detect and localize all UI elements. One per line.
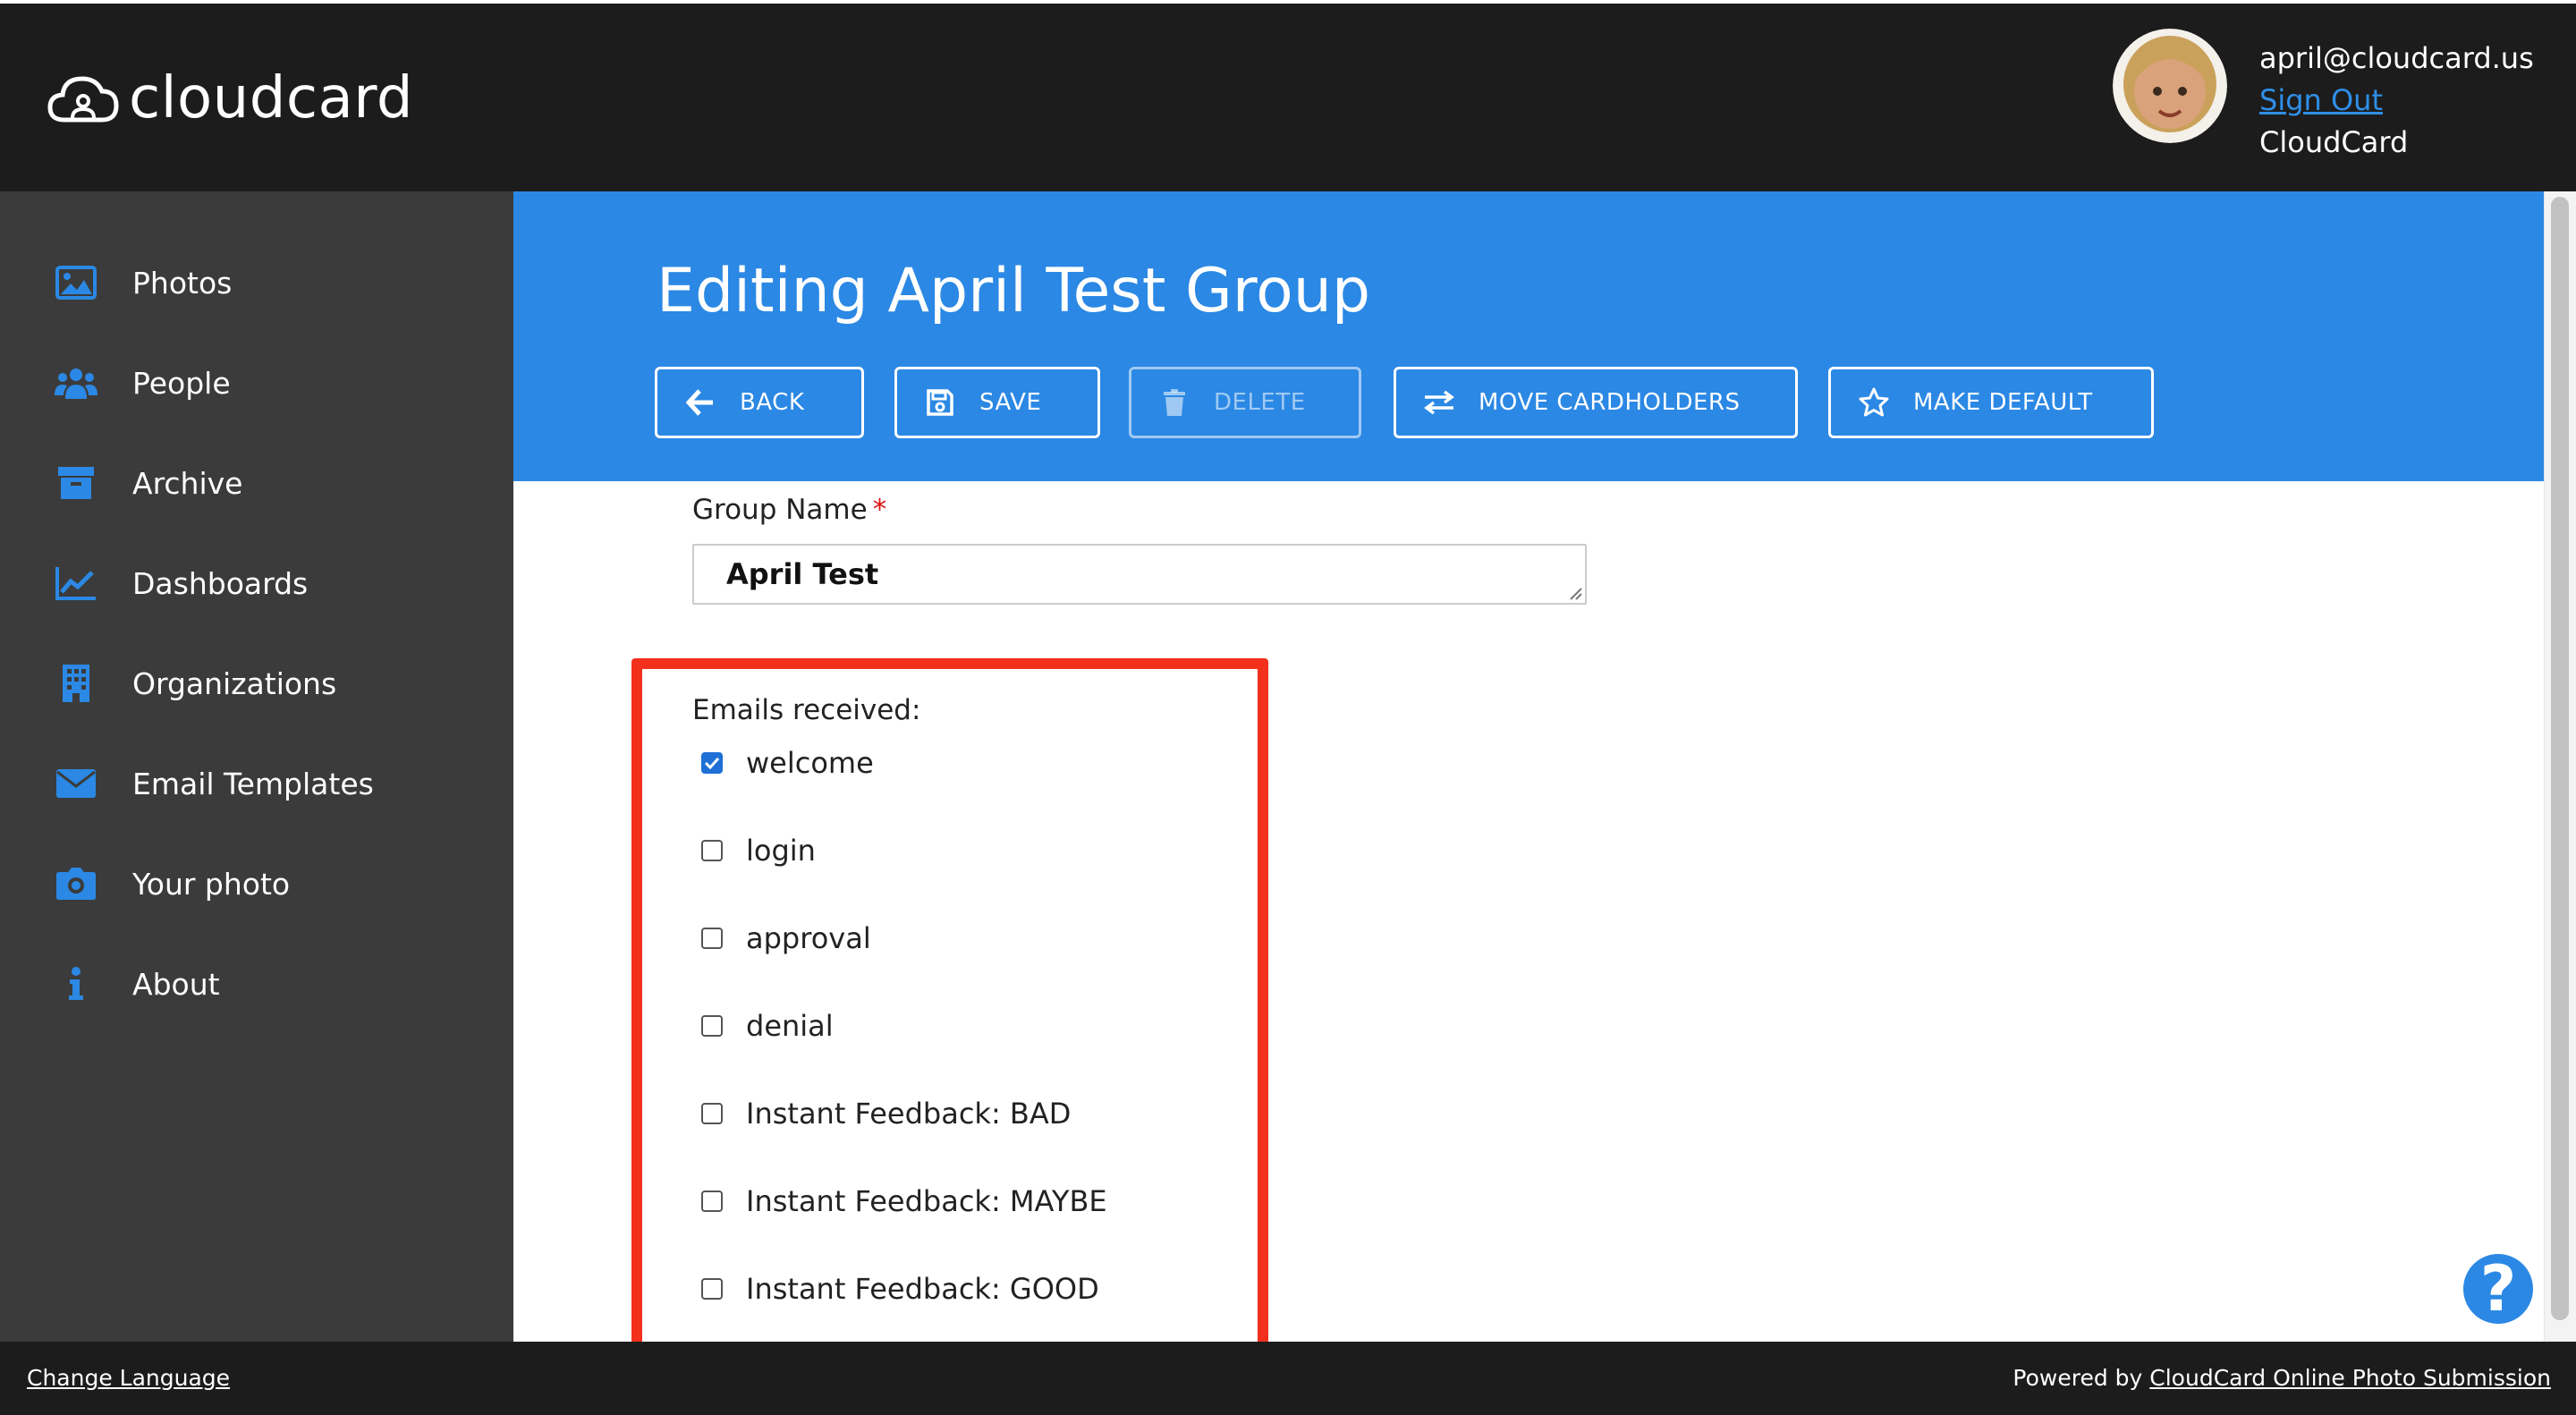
sidebar-item-label: Photos <box>132 265 233 301</box>
emails-received-label: Emails received: <box>692 694 921 726</box>
sidebar-item-archive[interactable]: Archive <box>54 456 242 510</box>
group-name-label: Group Name * <box>692 494 886 526</box>
sidebar-item-label: Dashboards <box>132 565 309 601</box>
email-option-denial[interactable]: denial <box>701 1009 834 1043</box>
building-icon <box>54 664 98 703</box>
powered-by-text: Powered by <box>2012 1365 2143 1391</box>
sidebar-item-label: Email Templates <box>132 766 374 801</box>
delete-label: DELETE <box>1214 389 1306 416</box>
sidebar-item-label: Organizations <box>132 665 337 701</box>
photo-icon <box>54 263 98 302</box>
info-icon <box>54 964 98 1004</box>
cloud-user-icon <box>47 76 119 123</box>
resize-handle-icon[interactable] <box>1567 585 1583 601</box>
powered-by-link[interactable]: CloudCard Online Photo Submission <box>2149 1365 2551 1391</box>
make-default-label: MAKE DEFAULT <box>1913 389 2093 416</box>
envelope-icon <box>54 764 98 803</box>
avatar-image <box>2113 29 2227 143</box>
checkbox-label: denial <box>746 1009 834 1043</box>
save-label: SAVE <box>979 389 1042 416</box>
move-cardholders-button[interactable]: MOVE CARDHOLDERS <box>1394 367 1798 438</box>
feedback-good-checkbox[interactable] <box>701 1278 723 1300</box>
group-name-input[interactable] <box>692 544 1587 605</box>
archive-icon <box>54 463 98 503</box>
star-icon <box>1858 386 1890 419</box>
exchange-arrows-icon <box>1423 386 1455 419</box>
cloudcard-logo[interactable]: cloudcard <box>47 70 413 127</box>
floppy-disk-icon <box>924 386 956 419</box>
top-header: cloudcard april@cloudcard.us Sign Out Cl… <box>0 0 2576 191</box>
sign-out-link[interactable]: Sign Out <box>2259 80 2534 122</box>
email-option-feedback-good[interactable]: Instant Feedback: GOOD <box>701 1272 1099 1306</box>
organization-name: CloudCard <box>2259 125 2409 159</box>
sidebar-item-about[interactable]: About <box>54 957 220 1011</box>
trash-icon <box>1158 386 1191 419</box>
page-title: Editing April Test Group <box>657 256 1371 326</box>
login-checkbox[interactable] <box>701 840 723 861</box>
make-default-button[interactable]: MAKE DEFAULT <box>1828 367 2154 438</box>
checkbox-label: approval <box>746 921 871 955</box>
page-header-banner: Editing April Test Group BACK SAVE DELET… <box>513 191 2544 481</box>
sidebar: Photos People Archive Dashboards Organiz… <box>0 191 513 1342</box>
scrollbar-thumb[interactable] <box>2551 197 2569 1320</box>
user-info: april@cloudcard.us Sign Out CloudCard <box>2259 38 2534 164</box>
sidebar-item-your-photo[interactable]: Your photo <box>54 857 290 911</box>
required-asterisk: * <box>872 494 887 526</box>
email-option-approval[interactable]: approval <box>701 921 871 955</box>
powered-by: Powered by CloudCard Online Photo Submis… <box>2012 1365 2551 1391</box>
sidebar-item-organizations[interactable]: Organizations <box>54 657 336 710</box>
help-button[interactable]: ? <box>2460 1250 2537 1327</box>
camera-icon <box>54 864 98 903</box>
checkbox-label: welcome <box>746 746 874 780</box>
email-option-feedback-bad[interactable]: Instant Feedback: BAD <box>701 1097 1071 1131</box>
denial-checkbox[interactable] <box>701 1015 723 1037</box>
back-label: BACK <box>740 389 805 416</box>
email-option-login[interactable]: login <box>701 834 816 868</box>
email-option-welcome[interactable]: welcome <box>701 746 874 780</box>
checkbox-label: login <box>746 834 816 868</box>
arrow-left-icon <box>684 386 716 419</box>
sidebar-item-label: Archive <box>132 465 243 501</box>
chart-icon <box>54 563 98 603</box>
user-email: april@cloudcard.us <box>2259 41 2534 75</box>
sidebar-item-label: Your photo <box>132 866 291 902</box>
sidebar-item-people[interactable]: People <box>54 356 231 410</box>
footer: Change Language Powered by CloudCard Onl… <box>0 1342 2576 1415</box>
checkbox-label: Instant Feedback: MAYBE <box>746 1184 1107 1218</box>
email-option-feedback-maybe[interactable]: Instant Feedback: MAYBE <box>701 1184 1107 1218</box>
delete-button[interactable]: DELETE <box>1129 367 1361 438</box>
sidebar-item-label: About <box>132 966 220 1002</box>
sidebar-item-dashboards[interactable]: Dashboards <box>54 556 308 610</box>
save-button[interactable]: SAVE <box>894 367 1100 438</box>
checkbox-label: Instant Feedback: BAD <box>746 1097 1072 1131</box>
feedback-bad-checkbox[interactable] <box>701 1103 723 1124</box>
avatar <box>2113 29 2227 143</box>
feedback-maybe-checkbox[interactable] <box>701 1190 723 1212</box>
change-language-link[interactable]: Change Language <box>27 1365 230 1391</box>
logo-text: cloudcard <box>129 65 414 131</box>
sidebar-item-photos[interactable]: Photos <box>54 256 232 309</box>
sidebar-item-label: People <box>132 365 231 401</box>
welcome-checkbox[interactable] <box>701 752 723 774</box>
back-button[interactable]: BACK <box>655 367 864 438</box>
checkbox-label: Instant Feedback: GOOD <box>746 1272 1099 1306</box>
people-icon <box>54 363 98 402</box>
sidebar-item-email-templates[interactable]: Email Templates <box>54 757 374 810</box>
group-name-label-text: Group Name <box>692 494 868 526</box>
move-cardholders-label: MOVE CARDHOLDERS <box>1479 389 1741 416</box>
approval-checkbox[interactable] <box>701 928 723 949</box>
checkmark-icon <box>704 757 720 769</box>
